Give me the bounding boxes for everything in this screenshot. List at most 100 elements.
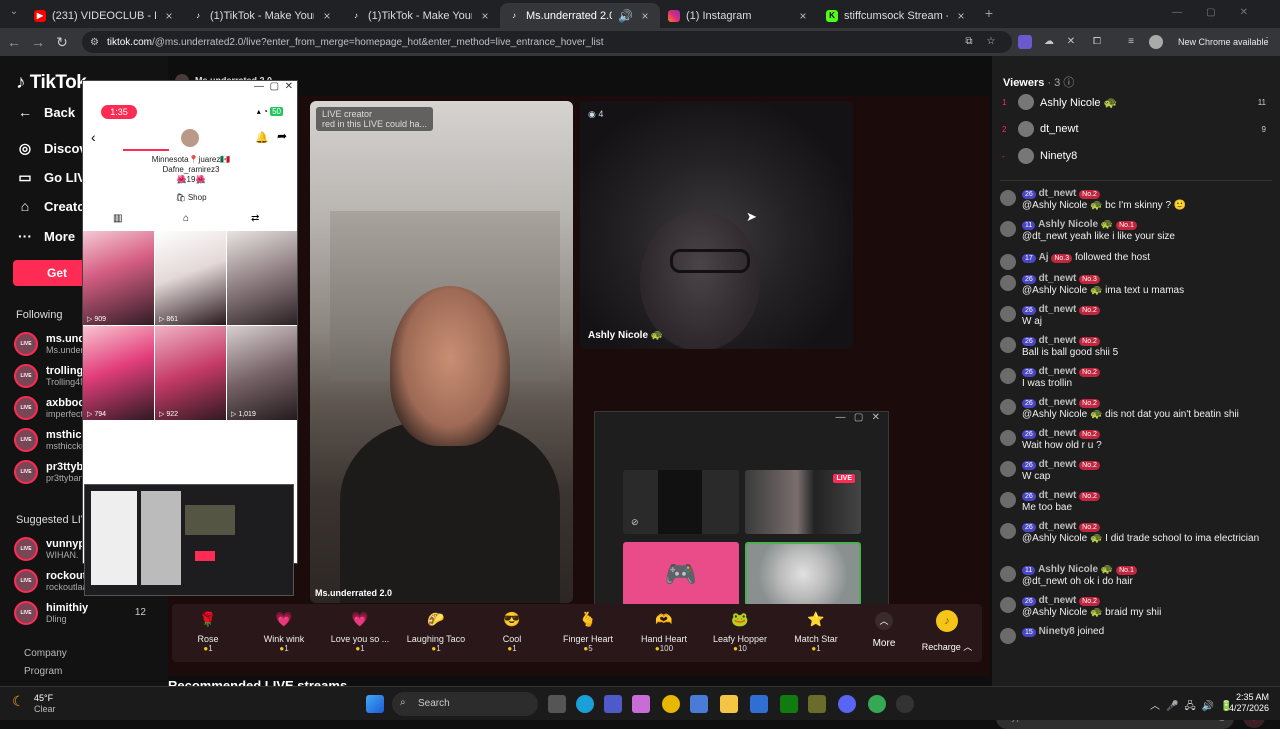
nav-more[interactable]: ··· More xyxy=(16,228,75,244)
gift-item[interactable]: ⭐ Match Star1 xyxy=(781,608,851,653)
new-tab-button[interactable]: + xyxy=(977,5,1001,21)
chrome-icon[interactable] xyxy=(868,695,886,713)
tab-videoclub[interactable]: ▶ (231) VIDEOCLUB - ROI Instrume × xyxy=(26,3,184,28)
footer-link-company[interactable]: Company xyxy=(24,648,67,659)
chrome-update-button[interactable]: New Chrome available xyxy=(1178,37,1269,47)
video-thumb[interactable]: ▷ 861 xyxy=(155,231,226,325)
reload-icon[interactable]: ↻ xyxy=(50,34,74,51)
extensions-puzzle-icon[interactable]: ⧠ xyxy=(1090,35,1104,49)
gift-item[interactable]: 🐸 Leafy Hopper10 xyxy=(705,608,775,653)
close-icon[interactable]: × xyxy=(478,9,492,23)
chat-message[interactable]: 26 dt_newt No.2 @Ashly Nicole 🐢 dis not d… xyxy=(1000,397,1272,427)
viewer-row[interactable]: 2 dt_newt 9 xyxy=(1002,121,1272,137)
chat-message[interactable]: 26 dt_newt No.2 Wait how old r u ? xyxy=(1000,428,1272,458)
chat-message[interactable]: 26 dt_newt No.2 @Ashly Nicole 🐢 I did tra… xyxy=(1000,521,1272,551)
back-arrow-icon[interactable]: ← xyxy=(2,34,26,50)
gift-item[interactable]: 🫶 Hand Heart100 xyxy=(629,608,699,653)
gift-item[interactable]: 💗 Wink wink1 xyxy=(249,608,319,653)
store-icon[interactable] xyxy=(690,695,708,713)
camera-tile[interactable] xyxy=(745,542,861,606)
dark-video-tile[interactable]: ⊘ xyxy=(623,470,739,534)
app-icon[interactable] xyxy=(808,695,826,713)
bell-icon[interactable]: 🔔 xyxy=(255,131,269,144)
windows-start-icon[interactable] xyxy=(366,695,384,713)
video-thumb[interactable]: ▷ 909 xyxy=(83,231,154,325)
nav-creator[interactable]: ⌂ Creator xyxy=(16,198,90,214)
teams-icon[interactable] xyxy=(604,695,622,713)
profile-avatar[interactable] xyxy=(1149,35,1163,49)
suggested-item[interactable]: LIVE himithiy Dling 12 xyxy=(14,601,164,625)
bag-tab-icon[interactable]: ⌂ xyxy=(183,213,189,224)
site-info-icon[interactable]: ⚙ xyxy=(90,37,99,48)
speaker-icon[interactable]: 🔊 xyxy=(618,9,633,23)
discord-tile[interactable]: 🎮 xyxy=(623,542,739,606)
app-icon[interactable] xyxy=(750,695,768,713)
file-explorer-icon[interactable] xyxy=(720,695,738,713)
clock[interactable]: 2:35 AM 4/27/2026 xyxy=(1225,692,1269,714)
video-thumb[interactable]: ▷ 794 xyxy=(83,326,154,420)
grid-tab-icon[interactable]: ▥ xyxy=(113,213,122,224)
chrome-icon[interactable] xyxy=(662,695,680,713)
guest-video[interactable]: ◉ 4 Ashly Nicole 🐢 ➤ xyxy=(580,101,853,349)
video-thumb[interactable]: ▷ 1,019 xyxy=(227,326,297,420)
gift-item[interactable]: 🫰 Finger Heart5 xyxy=(553,608,623,653)
extension-icon[interactable] xyxy=(1018,35,1032,49)
live-preview-tile[interactable]: LIVE xyxy=(745,470,861,534)
chat-message[interactable]: 11 Ashly Nicole 🐢 No.1 @dt_newt oh ok i d… xyxy=(1000,564,1272,594)
back-arrow-icon[interactable]: ‹ xyxy=(91,129,96,145)
close-icon[interactable]: × xyxy=(162,9,176,23)
tab-search-icon[interactable]: ⌄ xyxy=(2,6,26,17)
chat-message[interactable]: 26 dt_newt No.2 @Ashly Nicole 🐢 bc I'm sk… xyxy=(1000,188,1272,218)
chat-message[interactable]: 26 dt_newt No.2 W cap xyxy=(1000,459,1272,489)
close-icon[interactable]: × xyxy=(638,9,652,23)
window-controls[interactable]: — ▢ ✕ xyxy=(83,81,297,97)
recharge-button[interactable]: ♪ Recharge ︿ xyxy=(918,610,976,653)
gift-item[interactable]: 😎 Cool1 xyxy=(477,608,547,653)
chat-message[interactable]: 26 dt_newt No.2 Ball is ball good shii 5 xyxy=(1000,335,1272,365)
close-icon[interactable]: × xyxy=(954,9,968,23)
info-icon[interactable]: ⓘ xyxy=(1063,77,1074,89)
chat-message[interactable]: 26 dt_newt No.3 @Ashly Nicole 🐢 ima text … xyxy=(1000,273,1272,303)
gift-item[interactable]: 💗 Love you so ...1 xyxy=(325,608,395,653)
repost-tab-icon[interactable]: ⇄ xyxy=(251,213,259,224)
tab-tiktok-1[interactable]: ♪ (1)TikTok - Make Your Day × xyxy=(184,3,342,28)
address-bar[interactable]: ⚙ tiktok.com/@ms.underrated2.0/live?ente… xyxy=(82,31,1012,53)
tab-tiktok-2[interactable]: ♪ (1)TikTok - Make Your Day × xyxy=(342,3,500,28)
viewer-row[interactable]: - Ninety8 xyxy=(1002,148,1272,164)
shop-link[interactable]: 🛍 Shop xyxy=(83,193,297,202)
chat-message[interactable]: 26 dt_newt No.2 @Ashly Nicole 🐢 braid my … xyxy=(1000,595,1272,625)
chat-message[interactable]: 26 dt_newt No.2 Me too bae xyxy=(1000,490,1272,520)
bookmark-star-icon[interactable]: ☆ xyxy=(984,35,998,49)
window-controls[interactable]: — ▢ ✕ xyxy=(595,412,888,428)
extension-icon[interactable]: ☁ xyxy=(1042,35,1056,49)
edge-icon[interactable] xyxy=(576,695,594,713)
copilot-icon[interactable] xyxy=(632,695,650,713)
tab-tiktok-live[interactable]: ♪ Ms.underrated 2.0 (@ms.und 🔊 × xyxy=(500,3,660,28)
more-gifts-button[interactable]: ︿ More xyxy=(862,612,906,649)
tiktok-logo[interactable]: ♪ TikTok xyxy=(16,72,87,94)
tab-kick[interactable]: K stiffcumsock Stream - Watch Li × xyxy=(818,3,976,28)
viewer-row[interactable]: 1 Ashly Nicole 🐢 11 xyxy=(1002,94,1272,110)
kebab-menu-icon[interactable]: ⋮ xyxy=(1260,35,1274,49)
video-thumb[interactable]: ▷ 922 xyxy=(155,326,226,420)
footer-link-program[interactable]: Program xyxy=(24,666,62,677)
extension-icon[interactable]: ✕ xyxy=(1064,35,1078,49)
open-in-app-icon[interactable]: ⧉ xyxy=(962,35,976,49)
weather-widget[interactable]: 45°F Clear xyxy=(34,693,56,715)
chat-message[interactable]: 11 Ashly Nicole 🐢 No.1 @dt_newt yeah like… xyxy=(1000,219,1272,249)
taskbar-search[interactable]: ⌕ Search xyxy=(392,692,538,716)
share-icon[interactable]: ➦ xyxy=(277,129,287,143)
close-icon[interactable]: × xyxy=(320,9,334,23)
discord-icon[interactable] xyxy=(838,695,856,713)
tab-instagram[interactable]: (1) Instagram × xyxy=(660,3,818,28)
media-controls-icon[interactable]: ≡ xyxy=(1124,35,1138,49)
obs-icon[interactable] xyxy=(896,695,914,713)
xbox-icon[interactable] xyxy=(780,695,798,713)
chat-message[interactable]: 15 Ninety8 joined xyxy=(1000,626,1272,656)
avatar[interactable] xyxy=(181,129,199,147)
nav-back[interactable]: ← Back xyxy=(16,104,75,120)
video-thumb[interactable] xyxy=(227,231,297,325)
close-icon[interactable]: × xyxy=(796,9,810,23)
chat-message[interactable]: 26 dt_newt No.2 W aj xyxy=(1000,304,1272,334)
chat-message[interactable]: 26 dt_newt No.2 I was trollin xyxy=(1000,366,1272,396)
